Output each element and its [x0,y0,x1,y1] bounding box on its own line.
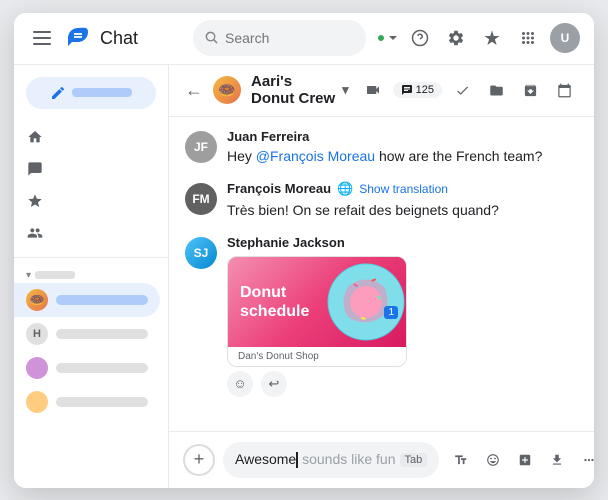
avatar: FM [185,183,217,215]
archive-icon[interactable] [516,76,544,104]
card-footer: Dan's Donut Shop [228,347,406,366]
donut-card[interactable]: Donut schedule [227,256,407,367]
avatar: SJ [185,237,217,269]
message-group: SJ Stephanie Jackson Donut sched [185,235,578,397]
sidebar-item-people[interactable] [14,217,160,249]
input-area: + Awesome sounds like fun Tab [169,431,594,488]
video-icon[interactable] [359,76,387,104]
message-input[interactable]: Awesome sounds like fun [235,451,396,468]
sparkle-icon[interactable] [478,24,506,52]
sidebar: ▾ 🍩 H [14,65,169,488]
message-sender: François Moreau [227,181,331,196]
avatar: JF [185,131,217,163]
sidebar-rooms: ▾ 🍩 H [14,262,168,423]
calendar-icon[interactable] [550,76,578,104]
donut-crew-avatar: 🍩 [26,289,48,311]
message-content: François Moreau 🌐 Show translation Très … [227,181,578,221]
messages-list: JF Juan Ferreira Hey @François Moreau ho… [169,117,594,431]
sidebar-item-room-2[interactable] [14,351,160,385]
card-title: Donut schedule [240,282,309,320]
help-icon[interactable] [406,24,434,52]
emoji-icon[interactable] [479,446,507,474]
card-source: Dan's Donut Shop [238,351,319,362]
app-window: Chat U [14,13,594,488]
room-3-avatar [26,391,48,413]
input-actions [447,446,594,474]
threads-badge[interactable]: 125 [393,82,442,98]
settings-icon[interactable] [442,24,470,52]
message-content: Juan Ferreira Hey @François Moreau how a… [227,129,578,167]
chat-icon [26,160,44,178]
grid-icon[interactable] [514,24,542,52]
message-sender: Juan Ferreira [227,129,578,144]
chat-header: ← 🍩 Aari's Donut Crew ▾ 125 [169,65,594,117]
chat-title: Aari's Donut Crew ▾ [251,73,349,107]
room-2-label [56,363,148,373]
sidebar-divider [14,257,168,258]
star-icon [26,192,44,210]
donut-card-image: Donut schedule [228,257,406,347]
show-translation-link[interactable]: Show translation [359,182,448,196]
message-group: FM François Moreau 🌐 Show translation Tr… [185,181,578,221]
search-bar[interactable] [193,20,366,56]
menu-icon[interactable] [28,24,56,52]
message-text: Hey @François Moreau how are the French … [227,146,578,167]
upload-icon[interactable] [543,446,571,474]
people-icon [26,224,44,242]
attachment-icons: ☺ ↩ [227,371,578,397]
main-layout: ▾ 🍩 H [14,65,594,488]
reply-button[interactable]: ↩ [261,371,287,397]
message-input-box[interactable]: Awesome sounds like fun Tab [223,442,439,478]
sidebar-item-home[interactable] [14,121,160,153]
donut-illustration [306,257,406,347]
back-button[interactable]: ← [185,80,203,101]
message-text: Très bien! On se refait des beignets qua… [227,200,578,221]
message-group: JF Juan Ferreira Hey @François Moreau ho… [185,129,578,167]
room-2-avatar [26,357,48,379]
message-meta: François Moreau 🌐 Show translation [227,181,578,197]
add-button[interactable]: + [183,444,215,476]
search-input[interactable] [225,30,354,46]
sidebar-item-donut-crew[interactable]: 🍩 [14,283,160,317]
sidebar-section-label: ▾ [14,266,168,283]
room-3-label [56,397,148,407]
format-text-icon[interactable] [447,446,475,474]
topbar-icons: U [376,23,580,53]
status-indicator [376,33,386,43]
room-h-label [56,329,148,339]
translate-icon: 🌐 [337,181,353,197]
more-options-icon[interactable] [575,446,594,474]
tab-hint: Tab [400,453,428,467]
room-label-bar [56,295,148,305]
cursor [296,452,298,468]
chat-area: ← 🍩 Aari's Donut Crew ▾ 125 [169,65,594,488]
reaction-button[interactable]: ☺ [227,371,253,397]
chevron-down-icon[interactable]: ▾ [342,82,349,98]
message-content: Stephanie Jackson Donut schedule [227,235,578,397]
room-h-avatar: H [26,323,48,345]
app-title: Chat [100,28,138,49]
app-logo [66,26,90,50]
check-icon[interactable] [448,76,476,104]
sidebar-nav [14,117,168,253]
chat-header-actions: 125 [359,76,578,104]
folder-icon[interactable] [482,76,510,104]
compose-button[interactable] [26,77,156,109]
attach-icon[interactable] [511,446,539,474]
sidebar-item-room-h[interactable]: H [14,317,160,351]
card-badge: 1 [384,306,398,319]
topbar-left: Chat [28,24,183,52]
message-sender: Stephanie Jackson [227,235,578,250]
sidebar-item-chat[interactable] [14,153,160,185]
mention-link[interactable]: @François Moreau [256,148,375,164]
avatar[interactable]: U [550,23,580,53]
room-avatar: 🍩 [213,76,241,104]
home-icon [26,128,44,146]
topbar: Chat U [14,13,594,65]
sidebar-item-starred[interactable] [14,185,160,217]
sidebar-item-room-3[interactable] [14,385,160,419]
